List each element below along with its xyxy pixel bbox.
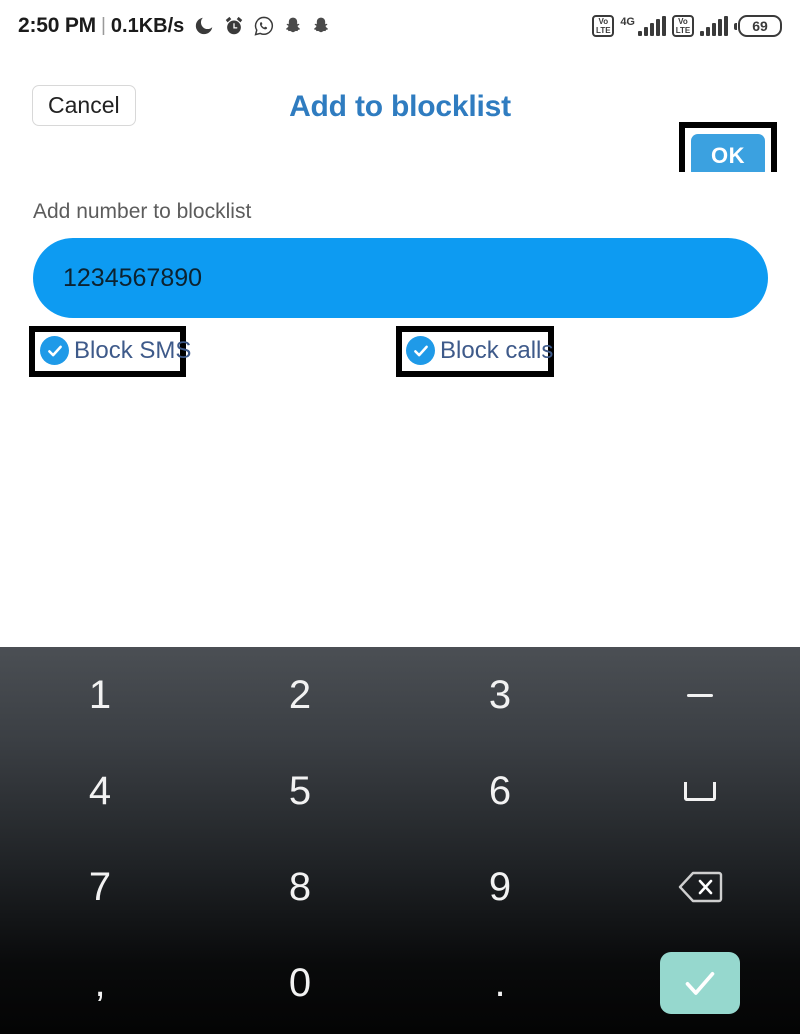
battery-icon: 69 bbox=[734, 15, 782, 37]
volte-top-text: Vo bbox=[678, 17, 688, 26]
form-area: Add number to blocklist Block SMS Block … bbox=[0, 172, 800, 647]
key-5[interactable]: 5 bbox=[200, 743, 400, 839]
phone-field-label: Add number to blocklist bbox=[33, 200, 252, 223]
status-bar: 2:50 PM | 0.1KB/s Vo LTE 4G Vo LTE 69 bbox=[0, 0, 800, 52]
block-calls-label: Block calls bbox=[440, 336, 554, 364]
moon-dnd-icon bbox=[193, 15, 215, 37]
space-bar-icon bbox=[684, 781, 716, 801]
key-space[interactable] bbox=[600, 743, 800, 839]
whatsapp-icon bbox=[253, 15, 275, 37]
phone-number-input[interactable] bbox=[33, 238, 768, 318]
key-6[interactable]: 6 bbox=[400, 743, 600, 839]
key-period[interactable]: . bbox=[400, 935, 600, 1031]
keyboard-row: 1 2 3 bbox=[0, 647, 800, 743]
battery-terminal bbox=[734, 22, 737, 30]
keyboard-row: 7 8 9 bbox=[0, 839, 800, 935]
status-bar-right: Vo LTE 4G Vo LTE 69 bbox=[592, 15, 782, 37]
app-bar: Cancel Add to blocklist OK bbox=[0, 52, 800, 190]
sim1-signal-icon: 4G bbox=[620, 16, 666, 36]
key-2[interactable]: 2 bbox=[200, 647, 400, 743]
page-title: Add to blocklist bbox=[289, 90, 511, 123]
status-separator: | bbox=[100, 15, 106, 36]
volte-bottom-text: LTE bbox=[596, 26, 611, 35]
dash-icon bbox=[687, 693, 713, 697]
key-8[interactable]: 8 bbox=[200, 839, 400, 935]
status-clock: 2:50 PM bbox=[18, 14, 96, 37]
block-calls-checkbox-row[interactable]: Block calls bbox=[406, 336, 553, 365]
checkmark-icon[interactable] bbox=[40, 336, 69, 365]
key-0[interactable]: 0 bbox=[200, 935, 400, 1031]
keyboard-row: , 0 . bbox=[0, 935, 800, 1031]
sim2-signal-icon bbox=[700, 16, 728, 36]
key-comma[interactable]: , bbox=[0, 935, 200, 1031]
key-4[interactable]: 4 bbox=[0, 743, 200, 839]
key-3[interactable]: 3 bbox=[400, 647, 600, 743]
keyboard-enter-slot bbox=[600, 935, 800, 1031]
check-icon bbox=[685, 972, 715, 995]
key-enter[interactable] bbox=[660, 952, 740, 1014]
snapchat-icon bbox=[311, 15, 331, 37]
battery-percent-label: 69 bbox=[752, 18, 768, 34]
numeric-keyboard: 1 2 3 4 5 6 7 8 9 , 0 . bbox=[0, 647, 800, 1034]
checkmark-icon[interactable] bbox=[406, 336, 435, 365]
data-rate-label: 0.1KB/s bbox=[110, 14, 185, 37]
backspace-icon bbox=[678, 871, 723, 903]
sim1-volte-icon: Vo LTE bbox=[592, 15, 615, 37]
key-1[interactable]: 1 bbox=[0, 647, 200, 743]
signal-bars bbox=[638, 16, 666, 36]
key-7[interactable]: 7 bbox=[0, 839, 200, 935]
key-backspace[interactable] bbox=[600, 839, 800, 935]
network-generation-label: 4G bbox=[620, 16, 635, 28]
key-9[interactable]: 9 bbox=[400, 839, 600, 935]
volte-top-text: Vo bbox=[598, 17, 609, 26]
snapchat-icon bbox=[283, 15, 303, 37]
battery-shell: 69 bbox=[738, 15, 782, 37]
status-bar-left: 2:50 PM | 0.1KB/s bbox=[18, 14, 335, 38]
sim2-volte-icon: Vo LTE bbox=[672, 15, 694, 37]
block-sms-checkbox-row[interactable]: Block SMS bbox=[40, 336, 191, 365]
block-sms-label: Block SMS bbox=[74, 336, 192, 364]
keyboard-row: 4 5 6 bbox=[0, 743, 800, 839]
key-dash[interactable] bbox=[600, 647, 800, 743]
alarm-clock-icon bbox=[223, 15, 245, 37]
volte-bottom-text: LTE bbox=[675, 26, 691, 35]
